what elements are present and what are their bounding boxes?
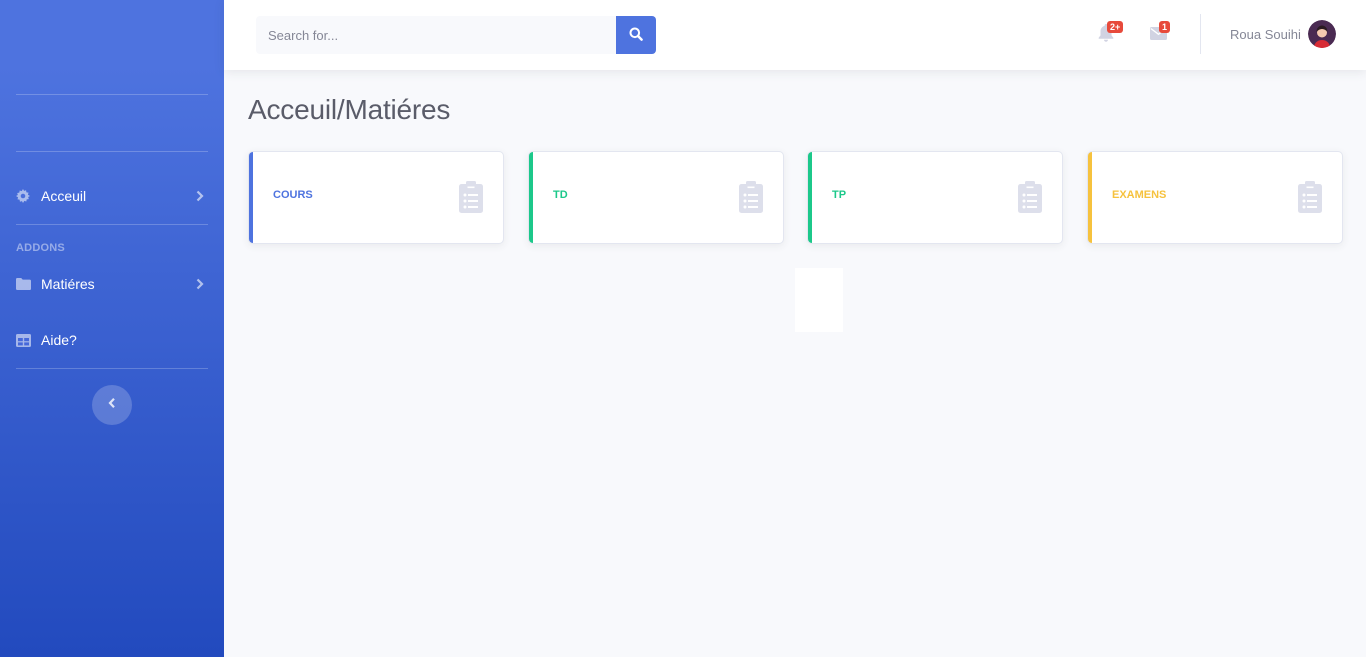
sidebar-divider	[16, 94, 208, 95]
gear-icon	[16, 189, 41, 203]
card-td[interactable]: TD	[528, 151, 784, 244]
card-accent	[529, 152, 533, 243]
page-title: Acceuil/Matiéres	[248, 94, 451, 125]
card-tp[interactable]: TP	[807, 151, 1063, 244]
card-label: COURS	[273, 189, 313, 201]
topbar-divider	[1200, 14, 1201, 54]
sidebar-item-label: Aide?	[41, 332, 77, 348]
sidebar-heading: ADDONS	[16, 242, 65, 254]
card-accent	[249, 152, 253, 243]
sidebar-item-acceuil[interactable]: Acceuil	[16, 184, 208, 208]
card-label: EXAMENS	[1112, 189, 1167, 201]
user-name[interactable]: Roua Souihi	[1230, 27, 1301, 42]
alerts-badge: 2+	[1107, 21, 1124, 33]
table-icon	[16, 333, 41, 347]
card-label: TD	[553, 189, 568, 201]
messages-badge: 1	[1159, 21, 1171, 33]
search-icon	[629, 27, 643, 44]
sidebar-item-aide[interactable]: Aide?	[16, 328, 208, 352]
chevron-right-icon	[196, 189, 204, 205]
clipboard-list-icon	[1298, 181, 1322, 218]
sidebar-divider	[16, 224, 208, 225]
folder-icon	[16, 278, 41, 290]
card-accent	[808, 152, 812, 243]
clipboard-list-icon	[739, 181, 763, 218]
sidebar-divider	[16, 368, 208, 369]
avatar[interactable]	[1308, 20, 1336, 48]
chevron-right-icon	[196, 277, 204, 293]
clipboard-list-icon	[1018, 181, 1042, 218]
search-button[interactable]	[616, 16, 656, 54]
sidebar-toggle-button[interactable]	[92, 385, 132, 425]
card-label: TP	[832, 189, 847, 201]
clipboard-list-icon	[459, 181, 483, 218]
search-input[interactable]	[256, 16, 616, 54]
blank-panel	[795, 268, 843, 332]
sidebar-divider	[16, 151, 208, 152]
topbar: 2+ 1 Roua Souihi	[224, 0, 1366, 70]
card-examens[interactable]: EXAMENS	[1087, 151, 1343, 244]
sidebar-item-label: Matiéres	[41, 276, 95, 292]
sidebar-item-matieres[interactable]: Matiéres	[16, 272, 208, 296]
sidebar: Acceuil ADDONS Matiéres Aide?	[0, 0, 224, 657]
chevron-left-icon	[108, 396, 116, 414]
sidebar-item-label: Acceuil	[41, 188, 87, 204]
alerts-button[interactable]: 2+	[1098, 21, 1124, 46]
card-accent	[1088, 152, 1092, 243]
messages-button[interactable]: 1	[1150, 21, 1172, 46]
card-cours[interactable]: COURS	[248, 151, 504, 244]
